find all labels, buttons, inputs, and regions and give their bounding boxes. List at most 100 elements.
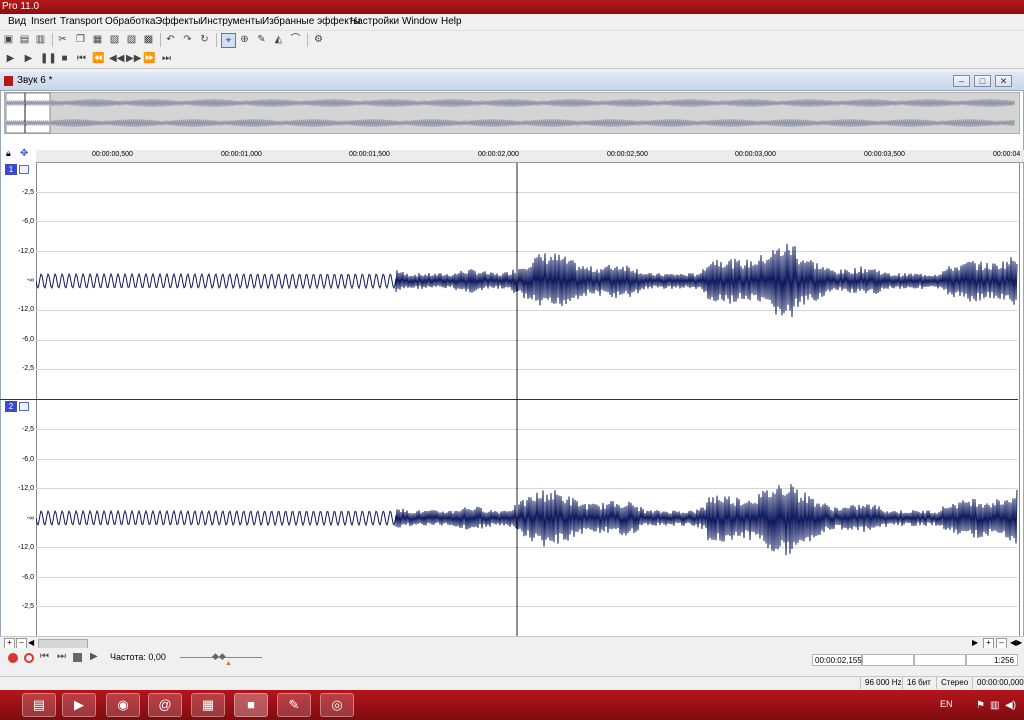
db-label: -2,5	[21, 426, 34, 433]
selection-start-field[interactable]	[862, 654, 914, 666]
channel-2-collapse-button[interactable]	[19, 402, 29, 411]
channel-1-collapse-button[interactable]	[19, 165, 29, 174]
trim-icon[interactable]: ▩	[142, 33, 155, 46]
record-icon[interactable]	[8, 653, 18, 663]
document-icon	[4, 76, 13, 86]
repeat-icon[interactable]: ↻	[198, 33, 211, 46]
ruler-tick-label: 00:00:02,500	[607, 151, 648, 158]
ruler-tick-label: 00:00:03,500	[864, 151, 905, 158]
previous-icon[interactable]: ⏪	[92, 52, 105, 65]
redo-icon[interactable]: ↷	[181, 33, 194, 46]
play-icon[interactable]: ▶	[4, 52, 17, 65]
go-to-start-icon[interactable]: ⏮	[75, 52, 88, 65]
ruler-tick-label: 00:00:03,000	[735, 151, 776, 158]
ruler-corner: 🔒︎ ✥	[4, 148, 34, 162]
menu-help[interactable]: Help	[441, 16, 462, 27]
language-indicator[interactable]: EN	[940, 699, 953, 709]
db-label: -6,0	[21, 574, 34, 581]
db-label: -12,0	[18, 544, 34, 551]
maximize-button[interactable]: □	[974, 75, 991, 87]
db-label: -6,0	[21, 218, 34, 225]
pencil-tool-icon[interactable]: ✎	[255, 33, 268, 46]
channel-2-badge[interactable]: 2	[5, 401, 17, 412]
scrub-tool-icon[interactable]: ⌒	[289, 33, 302, 46]
paste-icon[interactable]: ▦	[91, 33, 104, 46]
rate-slider-thumb[interactable]: ◆◆	[212, 651, 226, 662]
chrome-icon[interactable]: ◉	[106, 693, 140, 717]
app-title-bar: Pro 11.0	[0, 0, 1024, 14]
save-icon[interactable]: ▣	[2, 33, 15, 46]
app-title: Pro 11.0	[2, 1, 40, 12]
db-label: -2,5	[21, 603, 34, 610]
zoom-full-icon[interactable]: ◀▶	[1010, 638, 1022, 647]
menu-favorite-effects[interactable]: Избранные эффекты	[262, 16, 360, 27]
os-taskbar: ▤ ▶ ◉ @ ▦ ■ ✎ ◎	[0, 690, 1024, 720]
sound-forge-icon[interactable]: ■	[234, 693, 268, 717]
menu-insert[interactable]: Insert	[31, 16, 56, 27]
channel-1-badge[interactable]: 1	[5, 164, 17, 175]
magnify-tool-icon[interactable]: ⊕	[238, 33, 251, 46]
pause-icon[interactable]: ❚❚	[40, 52, 57, 65]
paste-new-icon[interactable]: ▨	[125, 33, 138, 46]
time-ruler[interactable]: 00:00:00,500 00:00:01,000 00:00:01,500 0…	[36, 150, 1024, 163]
mail-agent-icon[interactable]: @	[148, 693, 182, 717]
ruler-tick-label: 00:00:00,500	[92, 151, 133, 158]
menu-window[interactable]: Window	[402, 16, 438, 27]
overview-waves	[5, 99, 1015, 127]
rewind-icon[interactable]: ◀◀	[109, 52, 124, 65]
menu-effects[interactable]: Эффекты	[155, 16, 200, 27]
channel-1-waveform	[36, 243, 1018, 318]
print-icon[interactable]: ▥	[34, 33, 47, 46]
play-icon[interactable]: ▶	[90, 651, 98, 662]
go-to-end-icon[interactable]: ⏭	[57, 651, 66, 662]
menu-tools[interactable]: Инструменты	[200, 16, 262, 27]
menu-process[interactable]: Обработка	[105, 16, 155, 27]
paste-mix-icon[interactable]: ▧	[108, 33, 121, 46]
go-to-start-icon[interactable]: ⏮	[40, 651, 49, 662]
transport-toolbar: ▶ ▶ ❚❚ ■ ⏮ ⏪ ◀◀ ▶▶ ⏩ ⏭	[0, 50, 1024, 69]
scroll-right-icon[interactable]: ▶	[972, 638, 978, 647]
media-player-icon[interactable]: ▶	[62, 693, 96, 717]
snap-icon[interactable]: ✥	[20, 148, 28, 159]
menu-settings[interactable]: Настройки	[350, 16, 399, 27]
network-icon[interactable]: ▥	[990, 700, 999, 711]
menu-transport[interactable]: Transport	[60, 16, 102, 27]
ruler-tick-label: 00:00:02,000	[478, 151, 519, 158]
copy-icon[interactable]: ❐	[74, 33, 87, 46]
play-all-icon[interactable]: ▶	[22, 52, 35, 65]
volume-icon[interactable]: ◀)	[1005, 700, 1016, 711]
toolbar-divider	[307, 33, 308, 47]
paint-icon[interactable]: ✎	[277, 693, 311, 717]
undo-icon[interactable]: ↶	[164, 33, 177, 46]
next-icon[interactable]: ⏩	[143, 52, 156, 65]
folder-icon[interactable]: ▤	[22, 693, 56, 717]
record-mode-icon[interactable]	[24, 653, 34, 663]
zoom-level-field[interactable]: 1:256	[966, 654, 1018, 666]
document-title: Звук 6 *	[17, 75, 53, 86]
waveform-display[interactable]	[36, 163, 1018, 637]
envelope-tool-icon[interactable]: ◭	[272, 33, 285, 46]
scroll-left-icon[interactable]: ◀	[28, 638, 34, 647]
ruler-tick-label: 00:00:01,000	[221, 151, 262, 158]
stop-icon[interactable]	[73, 653, 82, 662]
lock-icon[interactable]: 🔒︎	[6, 148, 11, 159]
menu-view[interactable]: Вид	[8, 16, 26, 27]
save-as-icon[interactable]: ▤	[18, 33, 31, 46]
disc-icon[interactable]: ◎	[320, 693, 354, 717]
edit-tool-icon[interactable]: ⌖	[221, 33, 236, 48]
overview-viewport-box	[5, 92, 51, 134]
settings-icon[interactable]: ⚙	[312, 33, 325, 46]
forward-icon[interactable]: ▶▶	[126, 52, 141, 65]
cut-icon[interactable]: ✂	[56, 33, 69, 46]
flag-icon[interactable]: ⚑	[976, 700, 985, 711]
cursor-position-field[interactable]: 00:00:02,155	[812, 654, 862, 666]
edit-toolbar: ▣ ▤ ▥ ✂ ❐ ▦ ▧ ▨ ▩ ↶ ↷ ↻ ⌖ ⊕ ✎ ◭ ⌒ ⚙	[0, 31, 1024, 49]
stop-icon[interactable]: ■	[58, 52, 71, 65]
control-panel-icon[interactable]: ▦	[191, 693, 225, 717]
selection-end-field[interactable]	[914, 654, 966, 666]
close-button[interactable]: ✕	[995, 75, 1012, 87]
minimize-button[interactable]: –	[953, 75, 970, 87]
go-to-end-icon[interactable]: ⏭	[160, 52, 173, 65]
channels-status: Стерео	[936, 677, 972, 689]
overview-channel-wave	[5, 119, 1015, 127]
